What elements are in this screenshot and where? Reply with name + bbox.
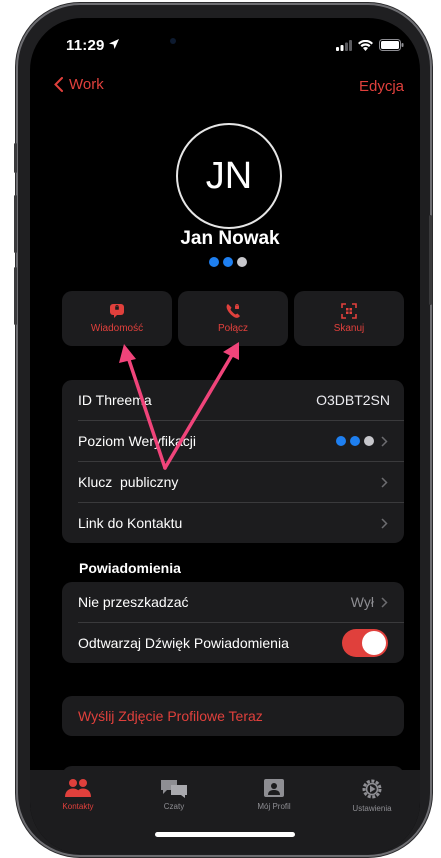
- verification-level-dots: [336, 436, 374, 446]
- call-button-label: Połącz: [217, 323, 248, 334]
- verification-dot-filled: [350, 436, 360, 446]
- chevron-right-icon: [381, 477, 388, 488]
- do-not-disturb-label: Nie przeszkadzać: [78, 594, 189, 610]
- chevron-left-icon: [54, 77, 63, 92]
- home-indicator: [155, 832, 295, 837]
- notifications-header: Powiadomienia: [79, 560, 181, 576]
- public-key-label: Klucz publiczny: [78, 474, 179, 490]
- verification-dot-filled: [209, 257, 219, 267]
- send-profile-photo-label: Wyślij Zdjęcie Profilowe Teraz: [78, 708, 263, 724]
- verification-level-label: Poziom Weryfikacji: [78, 433, 196, 449]
- notification-sound-row: Odtwarzaj Dźwięk Powiadomienia: [78, 623, 404, 663]
- phone-screen: 11:29 Work Edycja JN Jan Nowak Wiadomość…: [30, 18, 420, 854]
- phone-icon: [226, 304, 240, 318]
- threema-id-label: ID Threema: [78, 392, 152, 408]
- camera-indicator: [170, 38, 176, 44]
- verification-level-indicator: [209, 257, 247, 267]
- location-arrow-icon: [109, 39, 119, 49]
- scan-button[interactable]: Skanuj: [294, 291, 404, 346]
- public-key-row[interactable]: Klucz publiczny: [78, 462, 404, 503]
- signal-icon: [336, 39, 352, 51]
- avatar-initials: JN: [205, 154, 253, 197]
- qr-scan-icon: [341, 303, 357, 319]
- tab-chats[interactable]: Czaty: [126, 778, 222, 811]
- threema-id-value: O3DBT2SN: [316, 392, 390, 408]
- tab-contacts[interactable]: Kontakty: [30, 778, 126, 811]
- back-button[interactable]: Work: [54, 76, 104, 93]
- avatar[interactable]: JN: [176, 123, 282, 229]
- tab-bar: Kontakty Czaty Mój Profil Ustawienia: [30, 770, 420, 854]
- contact-link-label: Link do Kontaktu: [78, 515, 183, 531]
- profile-icon: [264, 779, 284, 797]
- chats-icon: [161, 780, 187, 798]
- contacts-icon: [65, 779, 91, 797]
- message-icon: [110, 304, 124, 318]
- chevron-right-icon: [381, 436, 388, 447]
- notifications-group: Nie przeszkadzać Wył Odtwarzaj Dźwięk Po…: [62, 582, 404, 663]
- toggle-knob: [362, 631, 386, 655]
- message-button-label: Wiadomość: [90, 323, 144, 334]
- verification-dot-empty: [237, 257, 247, 267]
- verification-dot-filled: [336, 436, 346, 446]
- contact-details-group: ID Threema O3DBT2SN Poziom Weryfikacji K…: [62, 380, 404, 543]
- tab-settings-label: Ustawienia: [352, 804, 392, 813]
- verification-level-row[interactable]: Poziom Weryfikacji: [78, 421, 404, 462]
- tab-contacts-label: Kontakty: [62, 802, 94, 811]
- quick-actions: Wiadomość Połącz Skanuj: [62, 291, 404, 346]
- scan-button-label: Skanuj: [333, 323, 365, 334]
- contact-link-row[interactable]: Link do Kontaktu: [78, 503, 404, 543]
- mute-switch: [14, 143, 17, 173]
- call-button[interactable]: Połącz: [178, 291, 288, 346]
- do-not-disturb-row[interactable]: Nie przeszkadzać Wył: [78, 582, 404, 623]
- status-bar: 11:29: [30, 18, 420, 68]
- profile-photo-group: Wyślij Zdjęcie Profilowe Teraz: [62, 696, 404, 736]
- verification-dot-filled: [223, 257, 233, 267]
- status-time: 11:29: [66, 37, 105, 54]
- contact-name: Jan Nowak: [180, 228, 280, 249]
- do-not-disturb-value: Wył: [350, 594, 374, 610]
- chevron-right-icon: [381, 518, 388, 529]
- tab-settings[interactable]: Ustawienia: [324, 778, 420, 813]
- edit-button[interactable]: Edycja: [359, 78, 404, 95]
- volume-down-button: [14, 267, 17, 325]
- battery-icon: [379, 39, 404, 51]
- tab-chats-label: Czaty: [163, 802, 185, 811]
- notification-sound-toggle[interactable]: [342, 629, 388, 657]
- power-button: [429, 215, 432, 305]
- threema-id-row: ID Threema O3DBT2SN: [78, 380, 404, 421]
- chevron-right-icon: [381, 597, 388, 608]
- back-button-label: Work: [69, 76, 104, 93]
- send-profile-photo-row[interactable]: Wyślij Zdjęcie Profilowe Teraz: [78, 696, 404, 736]
- notification-sound-label: Odtwarzaj Dźwięk Powiadomienia: [78, 635, 289, 651]
- tab-my-profile[interactable]: Mój Profil: [226, 778, 322, 811]
- volume-up-button: [14, 195, 17, 253]
- wifi-icon: [358, 39, 373, 51]
- settings-icon: [362, 779, 382, 799]
- status-icons: [336, 39, 404, 51]
- navigation-bar: Work Edycja: [30, 76, 420, 106]
- verification-dot-empty: [364, 436, 374, 446]
- tab-my-profile-label: Mój Profil: [257, 802, 291, 811]
- message-button[interactable]: Wiadomość: [62, 291, 172, 346]
